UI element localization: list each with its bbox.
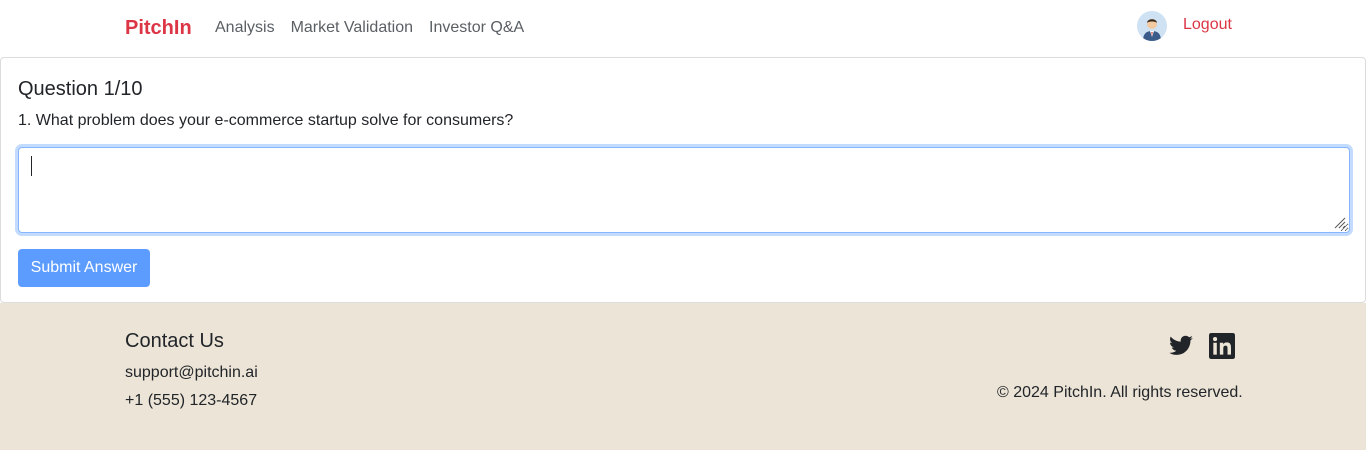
question-card: Question 1/10 1. What problem does your …: [0, 57, 1366, 303]
contact-email[interactable]: support@pitchin.ai: [125, 363, 258, 383]
contact-title: Contact Us: [125, 330, 224, 352]
text-caret: [31, 156, 32, 176]
resize-handle-icon[interactable]: [1332, 215, 1346, 229]
answer-textarea[interactable]: [18, 147, 1350, 233]
twitter-icon[interactable]: [1168, 333, 1194, 359]
question-text: 1. What problem does your e-commerce sta…: [18, 112, 514, 129]
navbar: PitchIn Analysis Market Validation Inves…: [0, 0, 1366, 57]
logout-link[interactable]: Logout: [1183, 13, 1232, 37]
linkedin-icon[interactable]: [1209, 333, 1235, 359]
nav-links: Analysis Market Validation Investor Q&A: [207, 16, 532, 40]
footer: Contact Us support@pitchin.ai +1 (555) 1…: [0, 303, 1366, 450]
submit-answer-button[interactable]: Submit Answer: [18, 249, 150, 287]
social-links: [1168, 333, 1235, 359]
brand-logo[interactable]: PitchIn: [125, 15, 192, 41]
nav-link-market-validation[interactable]: Market Validation: [283, 16, 421, 40]
user-avatar-icon[interactable]: [1137, 11, 1167, 41]
question-counter: Question 1/10: [18, 78, 143, 100]
nav-link-analysis[interactable]: Analysis: [207, 16, 283, 40]
contact-phone: +1 (555) 123-4567: [125, 392, 258, 409]
copyright-text: © 2024 PitchIn. All rights reserved.: [997, 384, 1243, 401]
nav-link-investor-qa[interactable]: Investor Q&A: [421, 16, 532, 40]
